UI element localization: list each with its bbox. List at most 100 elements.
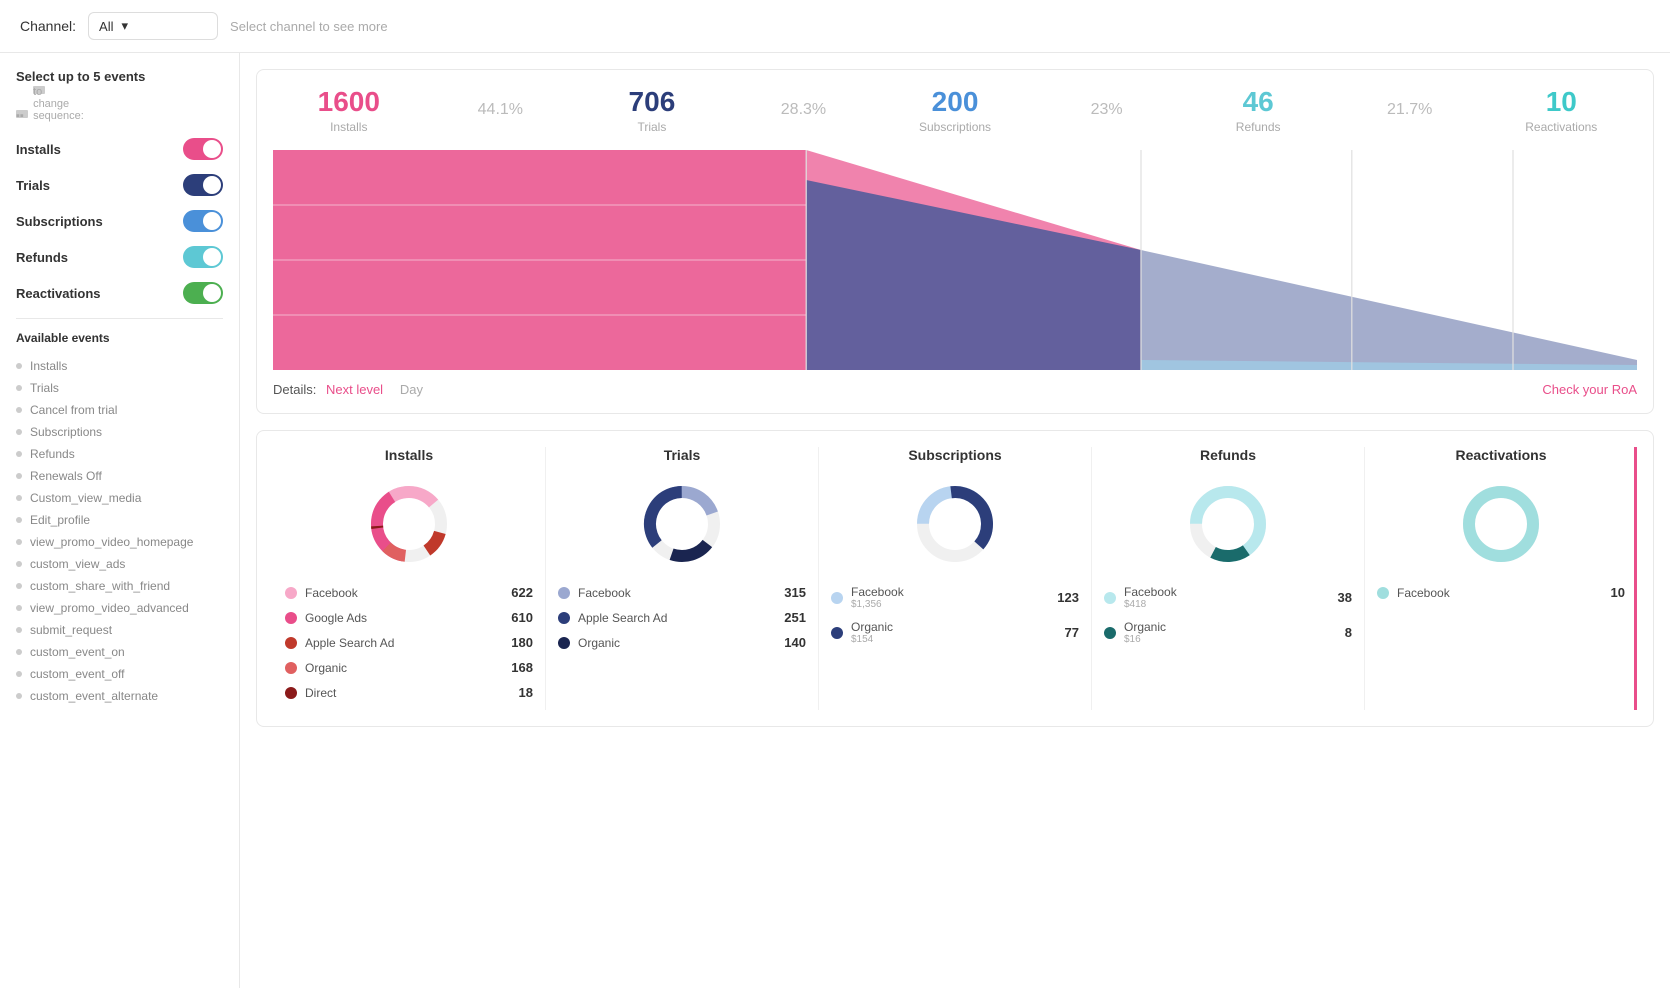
main-layout: Select up to 5 events ▪▪ to change seque… xyxy=(0,53,1670,988)
color-dot-3-0 xyxy=(1104,592,1116,604)
breakdown-col-refunds: Refunds Facebook $418 38 Organic $16 8 xyxy=(1092,447,1365,710)
funnel-section: 1600 Installs 44.1% 706 Trials 28.3% 200… xyxy=(256,69,1654,414)
available-event-trials[interactable]: Trials xyxy=(16,377,223,399)
breakdown-row-1-0: Facebook 315 xyxy=(558,585,806,600)
breakdown-name-1-1: Apple Search Ad xyxy=(578,611,667,625)
breakdown-name-2-0: Facebook xyxy=(851,585,904,599)
red-line-indicator xyxy=(1634,447,1637,710)
channel-select[interactable]: All ▾ xyxy=(88,12,218,40)
chevron-down-icon: ▾ xyxy=(122,18,129,34)
dot-icon xyxy=(16,539,22,545)
metric-pct-3: 28.3% xyxy=(728,101,880,119)
dot-icon xyxy=(16,517,22,523)
breakdown-row-0-3: Organic 168 xyxy=(285,660,533,675)
funnel-chart xyxy=(273,150,1637,370)
event-label-1: Trials xyxy=(16,178,50,193)
toggle-reactivations[interactable] xyxy=(183,282,223,304)
next-level-link[interactable]: Next level xyxy=(326,382,383,397)
breakdown-sub-2-0: $1,356 xyxy=(851,599,904,610)
color-dot-1-2 xyxy=(558,637,570,649)
dot-icon xyxy=(16,407,22,413)
breakdown-name-1-2: Organic xyxy=(578,636,620,650)
content: 1600 Installs 44.1% 706 Trials 28.3% 200… xyxy=(240,53,1670,988)
day-link[interactable]: Day xyxy=(400,382,423,397)
channel-hint: Select channel to see more xyxy=(230,19,388,34)
breakdown-sub-2-1: $154 xyxy=(851,634,893,645)
channel-label: Channel: xyxy=(20,18,76,34)
color-dot-2-0 xyxy=(831,592,843,604)
breakdown-row-3-1: Organic $16 8 xyxy=(1104,620,1352,645)
event-item-installs: Installs xyxy=(16,138,223,160)
breakdown-count-0-4: 18 xyxy=(519,685,533,700)
toggle-installs[interactable] xyxy=(183,138,223,160)
color-dot-0-4 xyxy=(285,687,297,699)
metric-block-2: 706 Trials xyxy=(576,86,728,134)
roa-link[interactable]: Check your RoA xyxy=(1542,382,1637,397)
details-label: Details: Next level Day xyxy=(273,382,429,397)
breakdown-count-1-0: 315 xyxy=(784,585,806,600)
available-event-edit_profile[interactable]: Edit_profile xyxy=(16,509,223,531)
breakdown-count-0-3: 168 xyxy=(511,660,533,675)
sidebar-drag-hint: ▪▪ to change sequence: xyxy=(16,86,223,122)
available-event-custom_event_off[interactable]: custom_event_off xyxy=(16,663,223,685)
available-event-custom_view_ads[interactable]: custom_view_ads xyxy=(16,553,223,575)
breakdown-count-2-0: 123 xyxy=(1057,590,1079,605)
breakdown-row-1-1: Apple Search Ad 251 xyxy=(558,610,806,625)
available-event-cancel-from-trial[interactable]: Cancel from trial xyxy=(16,399,223,421)
available-event-custom_event_alternate[interactable]: custom_event_alternate xyxy=(16,685,223,707)
available-event-custom_view_media[interactable]: Custom_view_media xyxy=(16,487,223,509)
breakdown-title-3: Refunds xyxy=(1104,447,1352,463)
sidebar: Select up to 5 events ▪▪ to change seque… xyxy=(0,53,240,988)
available-event-submit_request[interactable]: submit_request xyxy=(16,619,223,641)
breakdown-row-3-0: Facebook $418 38 xyxy=(1104,585,1352,610)
available-event-renewals-off[interactable]: Renewals Off xyxy=(16,465,223,487)
metric-value-0: 1600 xyxy=(273,86,425,118)
breakdown-title-4: Reactivations xyxy=(1377,447,1625,463)
drag-icon: ▪▪ xyxy=(16,110,28,118)
dot-icon xyxy=(16,627,22,633)
dot-icon xyxy=(16,451,22,457)
breakdown-count-0-1: 610 xyxy=(511,610,533,625)
available-event-view_promo_video_advanced[interactable]: view_promo_video_advanced xyxy=(16,597,223,619)
donut-3 xyxy=(1104,479,1352,569)
metric-block-4: 200 Subscriptions xyxy=(879,86,1031,134)
breakdown-row-2-0: Facebook $1,356 123 xyxy=(831,585,1079,610)
breakdown-name-0-1: Google Ads xyxy=(305,611,367,625)
dot-icon xyxy=(16,605,22,611)
metric-value-8: 10 xyxy=(1486,86,1638,118)
available-event-view_promo_video_homepage[interactable]: view_promo_video_homepage xyxy=(16,531,223,553)
toggle-trials[interactable] xyxy=(183,174,223,196)
breakdown-col-reactivations: Reactivations Facebook 10 xyxy=(1365,447,1637,710)
event-item-refunds: Refunds xyxy=(16,246,223,268)
available-events-title: Available events xyxy=(16,331,223,345)
dot-icon xyxy=(16,649,22,655)
metric-pct-1: 44.1% xyxy=(425,101,577,119)
dot-icon xyxy=(16,561,22,567)
breakdown-sub-3-0: $418 xyxy=(1124,599,1177,610)
event-label-4: Reactivations xyxy=(16,286,101,301)
breakdown-section: Installs Facebook 622 Google Ads 610 xyxy=(256,430,1654,727)
available-event-installs[interactable]: Installs xyxy=(16,355,223,377)
details-row: Details: Next level Day xyxy=(273,382,429,397)
metric-pct-7: 21.7% xyxy=(1334,101,1486,119)
available-event-custom_event_on[interactable]: custom_event_on xyxy=(16,641,223,663)
divider xyxy=(16,318,223,319)
color-dot-0-1 xyxy=(285,612,297,624)
available-event-refunds[interactable]: Refunds xyxy=(16,443,223,465)
breakdown-title-2: Subscriptions xyxy=(831,447,1079,463)
metric-label-0: Installs xyxy=(273,120,425,134)
metric-value-2: 706 xyxy=(576,86,728,118)
breakdown-name-2-1: Organic xyxy=(851,620,893,634)
dot-icon xyxy=(16,693,22,699)
color-dot-3-1 xyxy=(1104,627,1116,639)
toggle-subscriptions[interactable] xyxy=(183,210,223,232)
breakdown-name-0-2: Apple Search Ad xyxy=(305,636,394,650)
dot-icon xyxy=(16,363,22,369)
available-event-custom_share_with_friend[interactable]: custom_share_with_friend xyxy=(16,575,223,597)
donut-2 xyxy=(831,479,1079,569)
breakdown-title-1: Trials xyxy=(558,447,806,463)
breakdown-count-1-2: 140 xyxy=(784,635,806,650)
toggle-refunds[interactable] xyxy=(183,246,223,268)
breakdown-col-trials: Trials Facebook 315 Apple Search Ad 251 xyxy=(546,447,819,710)
available-event-subscriptions[interactable]: Subscriptions xyxy=(16,421,223,443)
